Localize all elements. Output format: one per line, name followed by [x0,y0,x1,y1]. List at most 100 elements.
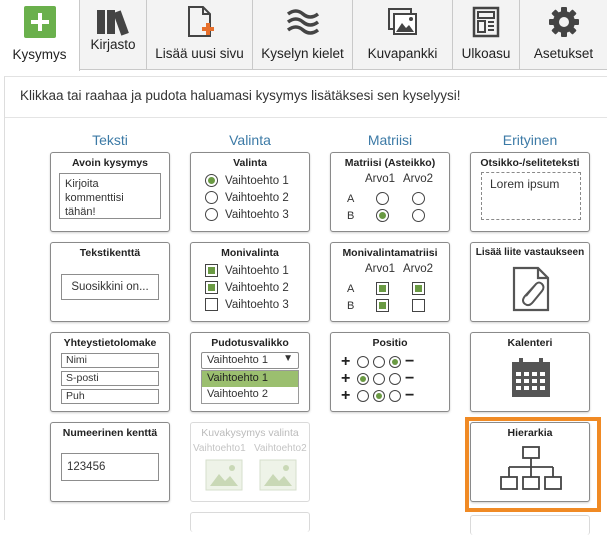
card-title: Kuvakysymys valinta [201,427,299,439]
radio-icon [205,208,218,221]
caret-down-icon: ▼ [283,353,293,364]
waves-icon [285,4,321,40]
toolbar-library-button[interactable]: Kirjasto [80,0,147,70]
selection-highlight [465,417,601,512]
card-title: Yhteystietolomake [63,337,157,349]
card-text-field[interactable]: Tekstikenttä Suosikkini on... [50,242,170,322]
card-title: Numeerinen kenttä [62,427,158,439]
checkbox-icon [376,299,389,312]
matrix-row-label: A [347,283,355,295]
preview-option: Vaihtoehto 3 [205,208,289,221]
card-image-choice[interactable]: Kuvakysymys valinta Vaihtoehto1 Vaihtoeh… [190,422,310,502]
checkbox-icon [205,264,218,277]
card-contact-form[interactable]: Yhteystietolomake Nimi S-posti Puh [50,332,170,412]
gear-icon [546,4,582,40]
contact-field-email: S-posti [61,371,159,386]
open-question-preview-textarea: Kirjoita kommenttisi tähän! [59,173,161,219]
radio-icon [205,191,218,204]
dropdown-option: Vaihtoehto 1 [202,371,298,387]
add-page-icon [182,4,218,40]
contact-field-name: Nimi [61,353,159,368]
card-title: Monivalinta [221,247,279,259]
card-title: Pudotusvalikko [211,337,289,349]
toolbar-image-bank-label: Kuvapankki [367,46,438,61]
matrix-row-label: B [347,300,355,312]
position-preview-row: + − [341,387,414,405]
preview-option: Vaihtoehto 1 [205,174,289,187]
heading-preview-box: Lorem ipsum [481,172,581,220]
card-partial[interactable] [190,512,310,532]
card-title: Monivalintamatriisi [342,247,438,259]
question-type-panel: Klikkaa tai raahaa ja pudota haluamasi k… [4,76,607,535]
panel-hint: Klikkaa tai raahaa ja pudota haluamasi k… [20,88,461,103]
matrix-col-label: Arvo2 [403,173,434,185]
preview-option: Vaihtoehto 2 [205,281,289,294]
card-dropdown[interactable]: Pudotusvalikko Vaihtoehto 1 ▼ Vaihtoehto… [190,332,310,412]
toolbar: Kysymys Kirjasto Lisää uusi sivu Kyselyn… [0,0,607,71]
image-option-label: Vaihtoehto1 [193,443,246,454]
radio-icon [205,174,218,187]
card-calendar[interactable]: Kalenteri [470,332,590,412]
plus-icon: + [341,387,351,404]
card-multi-choice[interactable]: Monivalinta Vaihtoehto 1 Vaihtoehto 2 Va… [190,242,310,322]
card-multi-matrix[interactable]: Monivalintamatriisi Arvo1 Arvo2 A B [330,242,450,322]
toolbar-layout-label: Ulkoasu [461,46,511,61]
card-single-choice[interactable]: Valinta Vaihtoehto 1 Vaihtoehto 2 Vaihto… [190,152,310,232]
calendar-icon [512,358,550,397]
toolbar-languages-button[interactable]: Kyselyn kielet [253,0,353,70]
toolbar-settings-button[interactable]: Asetukset [520,0,607,70]
toolbar-image-bank-button[interactable]: Kuvapankki [353,0,453,70]
minus-icon: − [405,353,415,370]
minus-icon: − [405,370,415,387]
preview-option: Vaihtoehto 2 [205,191,289,204]
matrix-col-label: Arvo1 [365,173,396,185]
card-position[interactable]: Positio + − + − + − [330,332,450,412]
toolbar-question-button[interactable]: Kysymys [0,0,80,71]
column-heading-choice: Valinta [229,132,271,148]
card-title: Avoin kysymys [71,157,149,169]
position-preview-row: + − [341,353,414,371]
card-title: Kalenteri [507,337,553,349]
card-title: Lisää liite vastaukseen [475,247,585,258]
toolbar-add-page-button[interactable]: Lisää uusi sivu [147,0,253,70]
card-heading-text[interactable]: Otsikko-/seliteteksti Lorem ipsum [470,152,590,232]
dropdown-option: Vaihtoehto 2 [207,388,268,400]
checkbox-icon [205,298,218,311]
contact-field-phone: Puh [61,389,159,404]
image-option-label: Vaihtoehto2 [254,443,307,454]
matrix-col-label: Arvo1 [365,263,396,275]
card-title: Valinta [233,157,267,169]
matrix-row-label: A [347,193,355,205]
plus-icon: + [341,370,351,387]
card-matrix-scale[interactable]: Matriisi (Asteikko) Arvo1 Arvo2 A B [330,152,450,232]
column-heading-special: Erityinen [502,132,558,148]
card-title: Matriisi (Asteikko) [344,157,436,169]
card-partial[interactable] [470,515,590,535]
paperclip-document-icon [512,266,550,312]
divider [5,117,607,118]
dropdown-preview-list: Vaihtoehto 1 Vaihtoehto 2 [201,370,299,404]
radio-icon [412,192,425,205]
toolbar-question-label: Kysymys [12,47,67,62]
minus-icon: − [405,387,415,404]
card-numeric-field[interactable]: Numeerinen kenttä 123456 [50,422,170,502]
radio-icon [412,209,425,222]
checkbox-icon [205,281,218,294]
plus-icon: + [341,353,351,370]
column-heading-matrix: Matriisi [367,132,413,148]
image-placeholder-icon [259,459,297,491]
checkbox-icon [412,299,425,312]
image-placeholder-icon [205,459,243,491]
toolbar-languages-label: Kyselyn kielet [261,46,344,61]
checkbox-icon [412,282,425,295]
card-attachment[interactable]: Lisää liite vastaukseen [470,242,590,322]
radio-icon [376,192,389,205]
toolbar-settings-label: Asetukset [533,46,594,61]
column-heading-text: Teksti [92,132,128,148]
toolbar-library-label: Kirjasto [90,37,136,52]
card-open-question[interactable]: Avoin kysymys Kirjoita kommenttisi tähän… [50,152,170,232]
toolbar-layout-button[interactable]: Ulkoasu [453,0,520,70]
preview-option: Vaihtoehto 3 [205,298,289,311]
books-icon [95,4,131,40]
toolbar-add-page-label: Lisää uusi sivu [155,46,244,61]
